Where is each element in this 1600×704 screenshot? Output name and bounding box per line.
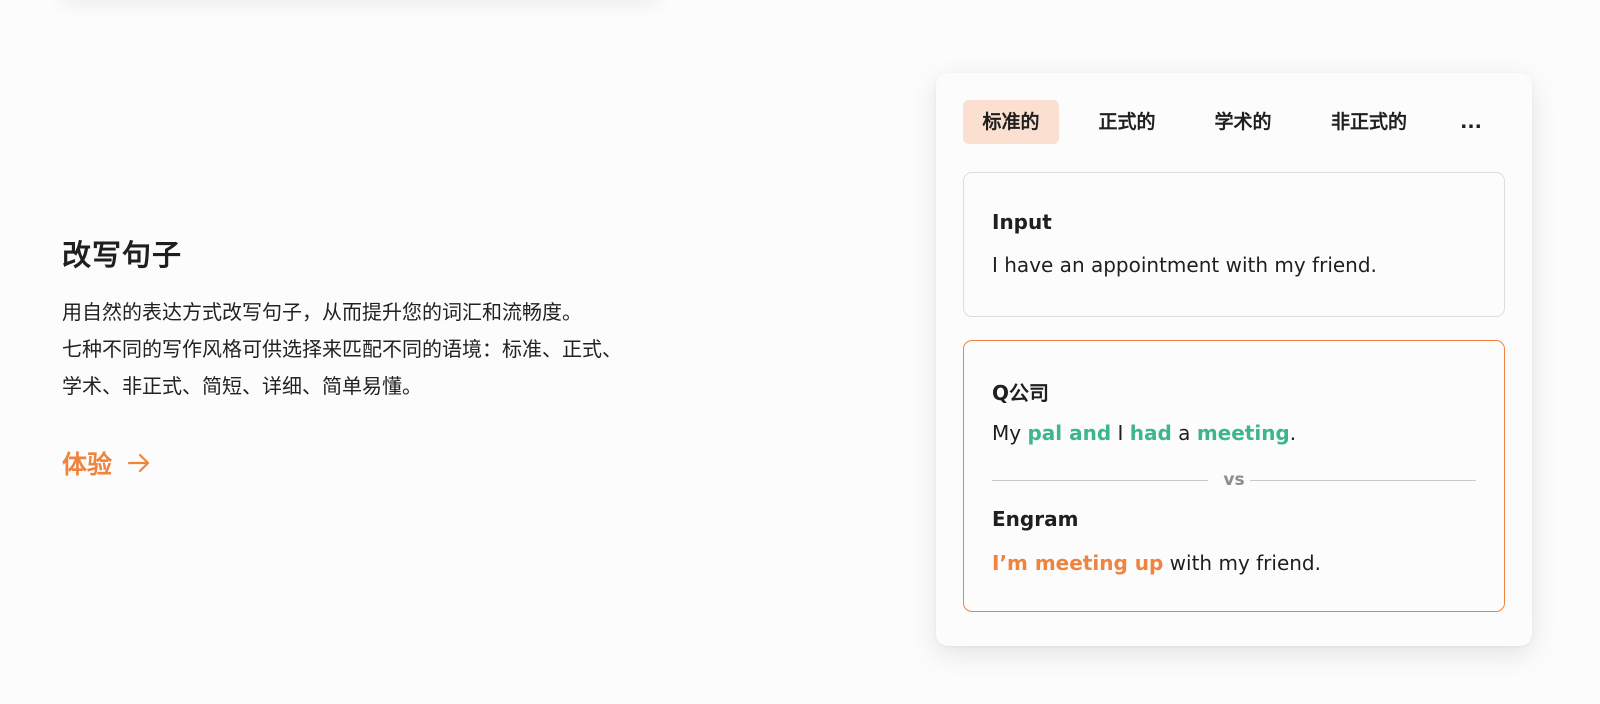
- tab-formal[interactable]: 正式的: [1079, 100, 1175, 144]
- output-segment: I: [1111, 421, 1130, 445]
- changed-segment: had: [1129, 421, 1172, 445]
- divider-line: [1250, 480, 1476, 481]
- try-link[interactable]: 体验: [62, 445, 152, 481]
- output-segment: a: [1171, 421, 1197, 445]
- engram-label: Engram: [992, 507, 1079, 531]
- output-segment: with my friend.: [1163, 551, 1321, 575]
- changed-segment: I’m meeting up: [992, 551, 1164, 575]
- vs-divider: vs: [992, 470, 1476, 490]
- feature-description: 用自然的表达方式改写句子，从而提升您的词汇和流畅度。 七种不同的写作风格可供选择…: [62, 294, 782, 405]
- competitor-label: Q公司: [992, 381, 1050, 405]
- feature-section: 改写句子 用自然的表达方式改写句子，从而提升您的词汇和流畅度。 七种不同的写作风…: [62, 232, 782, 481]
- output-segment: My: [992, 421, 1028, 445]
- tab-academic[interactable]: 学术的: [1195, 100, 1291, 144]
- tab-informal[interactable]: 非正式的: [1311, 100, 1427, 144]
- input-panel: Input I have an appointment with my frie…: [963, 172, 1505, 317]
- competitor-output: My pal and I had a meeting.: [992, 421, 1296, 445]
- feature-description-line: 学术、非正式、简短、详细、简单易懂。: [62, 374, 422, 398]
- feature-description-line: 用自然的表达方式改写句子，从而提升您的词汇和流畅度。: [62, 300, 582, 324]
- output-segment: .: [1289, 421, 1297, 445]
- arrow-right-icon: [127, 453, 150, 473]
- rewrite-demo-card: 标准的 正式的 学术的 非正式的 ... Input I have an app…: [936, 73, 1532, 646]
- feature-description-line: 七种不同的写作风格可供选择来匹配不同的语境：标准、正式、: [62, 337, 622, 361]
- tab-standard[interactable]: 标准的: [963, 100, 1059, 144]
- changed-segment: meeting: [1196, 421, 1290, 445]
- input-text: I have an appointment with my friend.: [992, 253, 1377, 277]
- try-link-label: 体验: [62, 450, 113, 479]
- engram-output: I’m meeting up with my friend.: [992, 551, 1321, 575]
- changed-segment: pal and: [1027, 421, 1112, 445]
- style-tabs: 标准的 正式的 学术的 非正式的 ...: [963, 100, 1503, 144]
- input-label: Input: [992, 210, 1052, 234]
- feature-title: 改写句子: [62, 238, 183, 272]
- comparison-panel: Q公司 My pal and I had a meeting. vs Engra…: [963, 340, 1505, 612]
- tab-more[interactable]: ...: [1441, 100, 1501, 144]
